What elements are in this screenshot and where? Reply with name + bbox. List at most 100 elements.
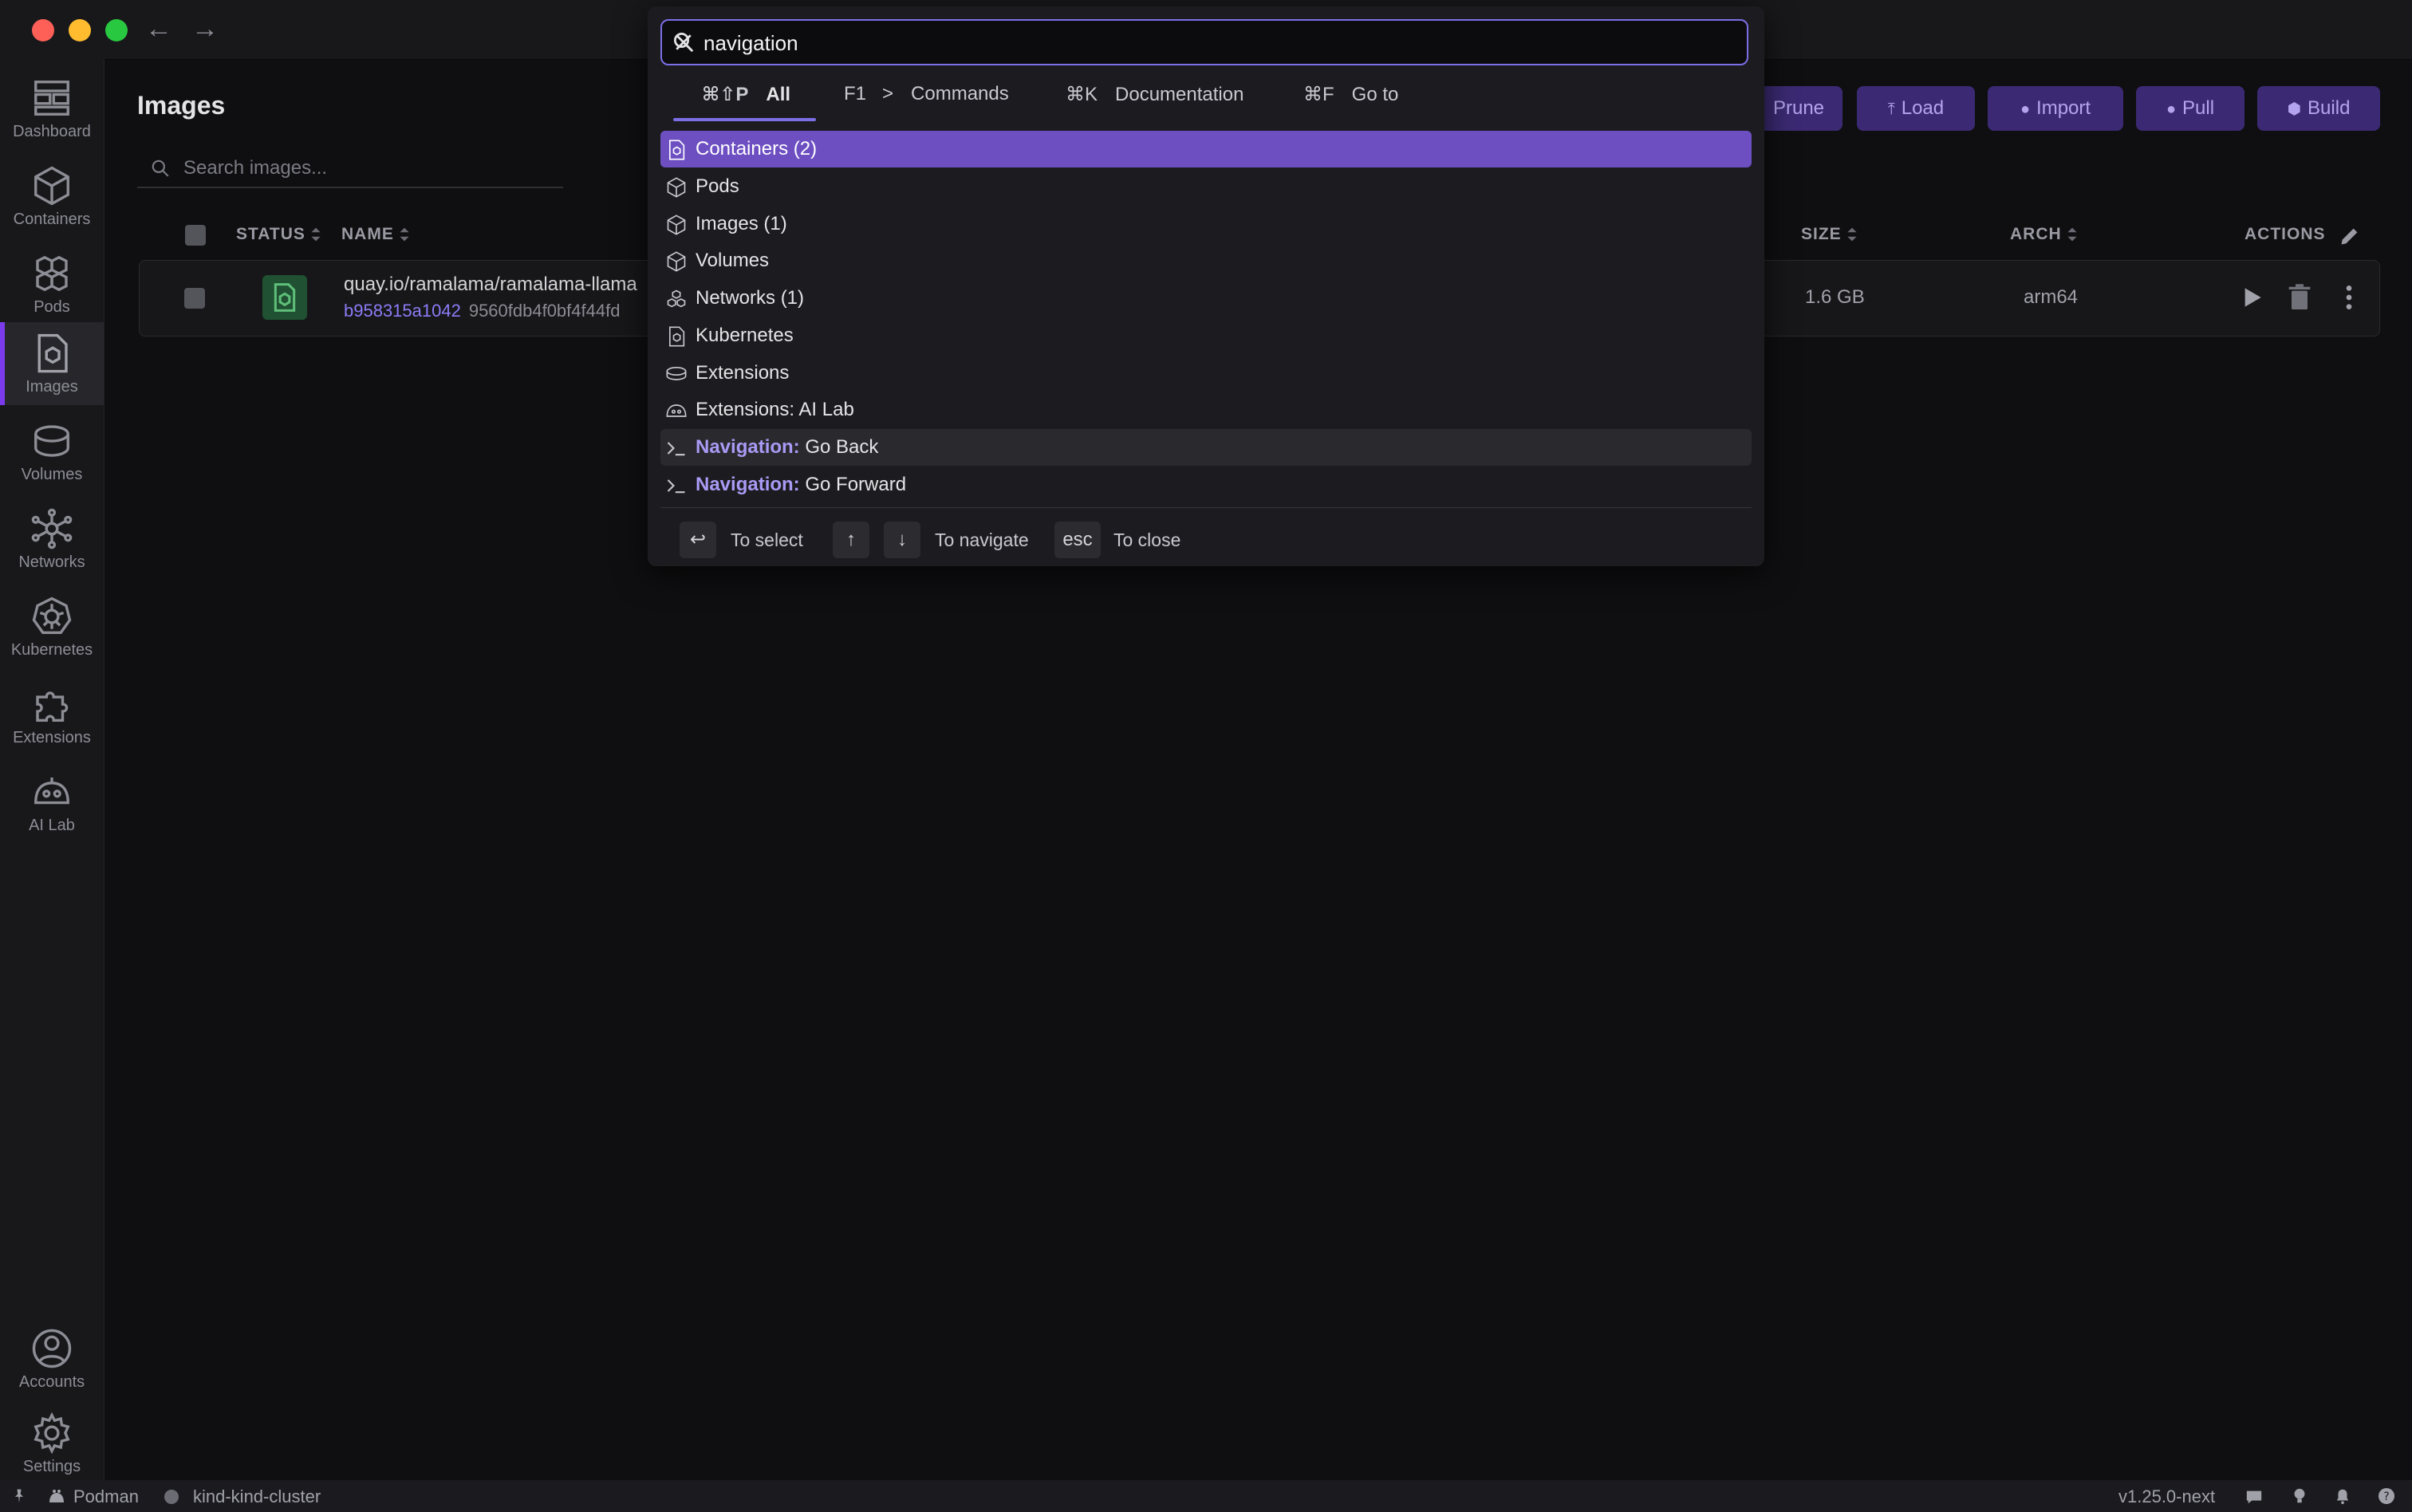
window-close-button[interactable] bbox=[32, 19, 54, 41]
cluster-status-dot bbox=[164, 1490, 179, 1504]
dashboard-icon bbox=[34, 81, 69, 116]
list-item[interactable]: Pods bbox=[660, 168, 1752, 205]
image-id[interactable]: b958315a1042 bbox=[344, 301, 461, 321]
engine-status[interactable]: Podman bbox=[73, 1486, 139, 1507]
close-icon[interactable] bbox=[672, 30, 696, 54]
list-item[interactable]: Extensions bbox=[660, 355, 1752, 392]
sidebar-item-label: Extensions bbox=[13, 729, 91, 746]
sort-icon bbox=[1847, 228, 1857, 242]
bell-icon[interactable] bbox=[2334, 1486, 2351, 1506]
tab-shortcut: ⌘⇧P bbox=[702, 84, 749, 105]
list-item-label: Volumes bbox=[696, 250, 770, 272]
pull-button[interactable]: ● Pull bbox=[2136, 86, 2244, 131]
window-minimize-button[interactable] bbox=[69, 19, 91, 41]
palette-search-input[interactable] bbox=[702, 27, 1694, 59]
search-input[interactable] bbox=[182, 153, 552, 183]
image-search[interactable] bbox=[137, 148, 563, 188]
build-button[interactable]: ⬢ Build bbox=[2257, 86, 2380, 131]
sidebar-item-networks[interactable]: Networks bbox=[0, 498, 104, 581]
sidebar-item-ai-lab[interactable]: AI Lab bbox=[0, 761, 104, 844]
pull-button-label: Pull bbox=[2182, 97, 2215, 119]
palette-search[interactable] bbox=[660, 19, 1748, 65]
lightbulb-icon[interactable] bbox=[2291, 1486, 2308, 1506]
load-button[interactable]: ⤒ Load bbox=[1857, 86, 1975, 131]
column-name-label: NAME bbox=[341, 225, 394, 243]
column-arch[interactable]: ARCH bbox=[2010, 225, 2078, 244]
list-item[interactable]: Images (1) bbox=[660, 206, 1752, 242]
disk-icon bbox=[666, 366, 687, 380]
load-button-label: Load bbox=[1901, 97, 1945, 119]
sidebar-item-settings[interactable]: Settings bbox=[0, 1402, 104, 1485]
column-arch-label: ARCH bbox=[2010, 225, 2062, 243]
trash-icon[interactable] bbox=[2284, 282, 2315, 313]
cluster-context[interactable]: kind-kind-cluster bbox=[193, 1486, 321, 1507]
palette-divider bbox=[660, 507, 1752, 508]
run-icon[interactable] bbox=[2236, 282, 2268, 313]
hint-select: To select bbox=[731, 530, 803, 550]
list-item[interactable]: Containers (2) bbox=[660, 131, 1752, 167]
arrow-right-icon[interactable]: → bbox=[191, 13, 219, 45]
list-item[interactable]: Kubernetes bbox=[660, 317, 1752, 354]
tab-documentation[interactable]: ⌘K Documentation bbox=[1066, 83, 1243, 123]
image-icon bbox=[37, 333, 68, 373]
enter-key-icon: ↩ bbox=[680, 522, 716, 558]
column-size[interactable]: SIZE bbox=[1801, 225, 1858, 244]
row-checkbox[interactable] bbox=[184, 288, 205, 309]
column-actions-label: ACTIONS bbox=[2244, 225, 2326, 243]
column-name[interactable]: NAME bbox=[341, 225, 410, 244]
image-digest: 9560fdb4f0bf4f44fd bbox=[468, 301, 621, 321]
pods-icon bbox=[36, 255, 68, 292]
kebab-menu-icon[interactable] bbox=[2333, 282, 2365, 313]
sidebar-item-kubernetes[interactable]: Kubernetes bbox=[0, 585, 104, 668]
sidebar-item-extensions[interactable]: Extensions bbox=[0, 673, 104, 756]
sidebar-item-images[interactable]: Images bbox=[0, 322, 104, 405]
search-icon bbox=[152, 159, 169, 177]
chat-icon[interactable] bbox=[2244, 1488, 2264, 1506]
sidebar-item-dashboard[interactable]: Dashboard bbox=[0, 67, 104, 150]
tab-shortcut: ⌘F bbox=[1303, 84, 1334, 105]
help-icon[interactable]: ? bbox=[2377, 1486, 2396, 1506]
tab-label: Documentation bbox=[1115, 84, 1244, 105]
sidebar-item-volumes[interactable]: Volumes bbox=[0, 410, 104, 493]
list-item-label: Containers (2) bbox=[696, 138, 818, 159]
sidebar-item-pods[interactable]: Pods bbox=[0, 242, 104, 325]
list-item[interactable]: Navigation: Go Back bbox=[660, 429, 1752, 466]
arrow-left-icon[interactable]: ← bbox=[145, 13, 172, 45]
sidebar-item-label: Networks bbox=[18, 553, 85, 571]
account-icon bbox=[32, 1329, 72, 1368]
app-version[interactable]: v1.25.0-next bbox=[2118, 1486, 2215, 1507]
cube-icon: ⬢ bbox=[2287, 100, 2302, 118]
column-actions: ACTIONS bbox=[2244, 225, 2326, 244]
sidebar-item-label: Dashboard bbox=[13, 123, 91, 140]
pin-icon[interactable] bbox=[11, 1488, 27, 1504]
column-status[interactable]: STATUS bbox=[236, 225, 321, 244]
esc-key: esc bbox=[1054, 522, 1101, 558]
network-icon bbox=[31, 508, 73, 549]
list-item[interactable]: Volumes bbox=[660, 242, 1752, 279]
tab-shortcut: ⌘K bbox=[1066, 84, 1098, 105]
list-item-label: Pods bbox=[696, 175, 739, 197]
sidebar-item-containers[interactable]: Containers bbox=[0, 155, 104, 238]
image-size: 1.6 GB bbox=[1805, 286, 1865, 308]
upload-icon: ⤒ bbox=[1887, 100, 1895, 118]
list-item[interactable]: Networks (1) bbox=[660, 280, 1752, 317]
match-highlight: Navigation: bbox=[696, 436, 800, 458]
import-button[interactable]: ● Import bbox=[1988, 86, 2123, 131]
tab-all[interactable]: ⌘⇧P All bbox=[672, 83, 817, 123]
tab-commands[interactable]: F1 > Commands bbox=[844, 83, 1009, 123]
list-item[interactable]: Extensions: AI Lab bbox=[660, 392, 1752, 428]
list-item[interactable]: Navigation: Go Forward bbox=[660, 467, 1752, 503]
robot-icon bbox=[34, 778, 69, 805]
sidebar-item-label: Containers bbox=[13, 211, 91, 228]
sidebar-item-accounts[interactable]: Accounts bbox=[0, 1317, 104, 1400]
list-item-label: Navigation: Go Back bbox=[696, 429, 878, 466]
edit-columns-icon[interactable] bbox=[2339, 225, 2361, 247]
prune-button[interactable]: Prune bbox=[1755, 86, 1843, 131]
sort-icon bbox=[400, 228, 409, 242]
select-all-checkbox[interactable] bbox=[185, 225, 206, 246]
cube-icon bbox=[667, 214, 686, 235]
window-maximize-button[interactable] bbox=[105, 19, 128, 41]
sidebar-item-label: Settings bbox=[22, 1458, 81, 1475]
tab-go-to[interactable]: ⌘F Go to bbox=[1303, 83, 1398, 123]
import-button-label: Import bbox=[2036, 97, 2091, 119]
